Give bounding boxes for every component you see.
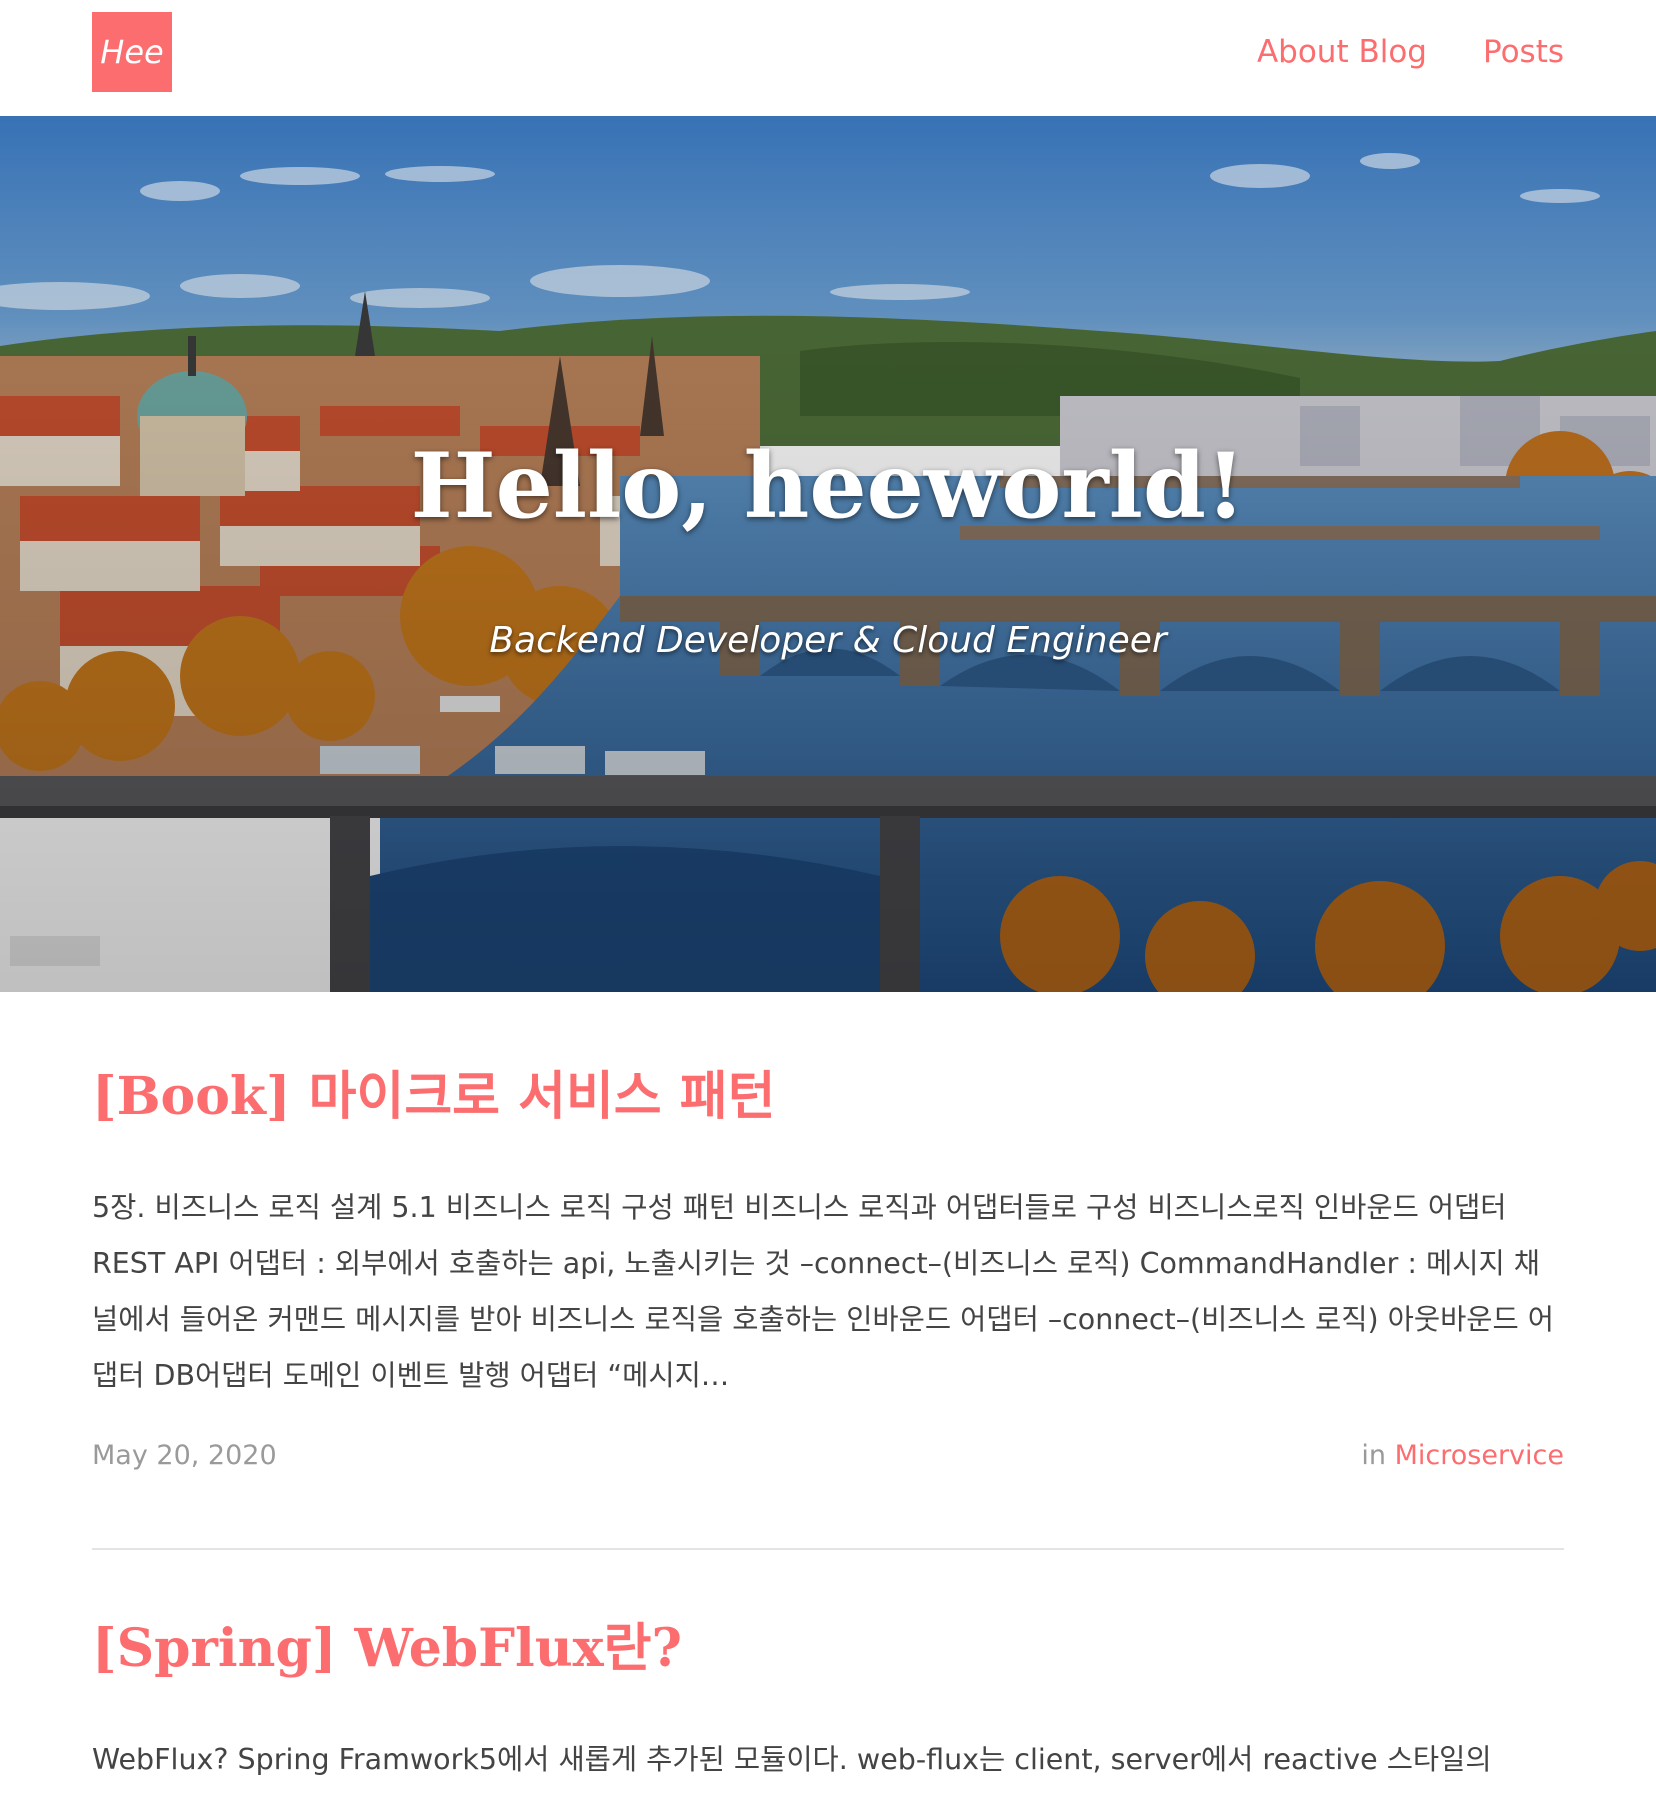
- category-prefix: in: [1361, 1440, 1387, 1471]
- hero-subtitle: Backend Developer & Cloud Engineer: [489, 620, 1167, 661]
- category-link[interactable]: Microservice: [1395, 1440, 1564, 1471]
- post-list: [Book] 마이크로 서비스 패턴 5장. 비즈니스 로직 설계 5.1 비즈…: [92, 992, 1564, 1788]
- city-river-bridges-photo: [0, 116, 1656, 992]
- post-excerpt: WebFlux? Spring Framwork5에서 새롭게 추가된 모듈이다…: [92, 1743, 1492, 1776]
- logo-link[interactable]: Hee: [92, 12, 172, 92]
- post-date: May 20, 2020: [92, 1440, 277, 1471]
- hero-title: Hello, heeworld!: [410, 433, 1246, 539]
- post-title-link[interactable]: [Spring] WebFlux란?: [92, 1614, 1564, 1684]
- post-title-link[interactable]: [Book] 마이크로 서비스 패턴: [92, 1062, 1564, 1132]
- hero-banner: Hello, heeworld! Backend Developer & Clo…: [0, 116, 1656, 992]
- nav-posts[interactable]: Posts: [1483, 30, 1564, 74]
- site-header: Hee About Blog Posts: [0, 0, 1656, 116]
- post-excerpt: 5장. 비즈니스 로직 설계 5.1 비즈니스 로직 구성 패턴 비즈니스 로직…: [92, 1191, 1555, 1392]
- nav-about-blog[interactable]: About Blog: [1257, 30, 1427, 74]
- main-nav: About Blog Posts: [1257, 30, 1564, 74]
- post-item: [Book] 마이크로 서비스 패턴 5장. 비즈니스 로직 설계 5.1 비즈…: [92, 992, 1564, 1550]
- post-category: in Microservice: [1361, 1440, 1564, 1471]
- post-item: [Spring] WebFlux란? WebFlux? Spring Framw…: [92, 1550, 1564, 1788]
- post-meta: May 20, 2020 in Microservice: [92, 1440, 1564, 1480]
